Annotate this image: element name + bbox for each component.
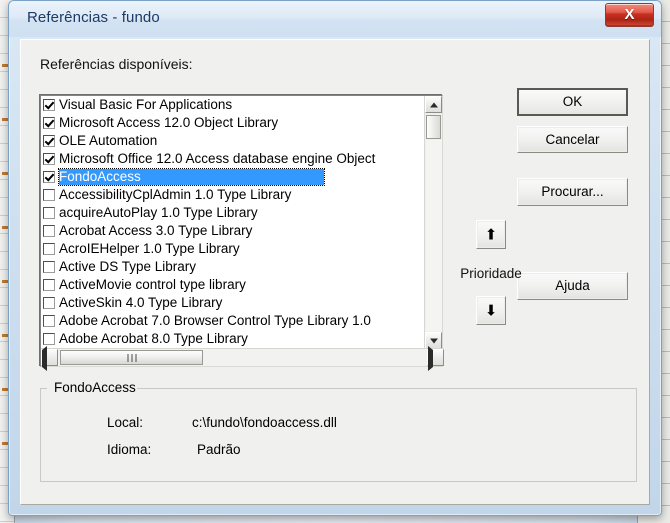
references-listbox[interactable]: Visual Basic For Applications Microsoft A… — [40, 95, 444, 371]
reference-list-item[interactable]: acquireAutoPlay 1.0 Type Library — [41, 204, 425, 222]
reference-item-label: Adobe Acrobat 7.0 Browser Control Type L… — [59, 313, 371, 328]
references-list-viewport: Visual Basic For Applications Microsoft A… — [41, 96, 425, 349]
checkbox-checked-icon[interactable] — [43, 99, 55, 111]
checkbox-unchecked-icon[interactable] — [43, 333, 55, 345]
checkbox-unchecked-icon[interactable] — [43, 243, 55, 255]
reference-list-item[interactable]: ActiveSkin 4.0 Type Library — [41, 294, 425, 312]
dialog-titlebar[interactable]: Referências - fundo X — [9, 1, 661, 37]
vertical-scrollbar-track[interactable] — [426, 140, 442, 331]
checkbox-checked-icon[interactable] — [43, 171, 55, 183]
ok-button[interactable]: OK — [517, 88, 628, 116]
language-value: Padrão — [197, 442, 241, 457]
reference-item-label: FondoAccess — [58, 168, 325, 186]
checkbox-checked-icon[interactable] — [43, 135, 55, 147]
reference-list-item[interactable]: Microsoft Access 12.0 Object Library — [41, 114, 425, 132]
priority-down-button[interactable]: ⬇ — [476, 296, 506, 325]
dialog-title: Referências - fundo — [27, 9, 160, 26]
reference-item-label: Active DS Type Library — [59, 259, 197, 274]
horizontal-scrollbar[interactable] — [41, 346, 444, 371]
dialog-client-area: Referências disponíveis: Visual Basic Fo… — [20, 39, 650, 505]
scroll-right-arrow-icon — [428, 346, 433, 371]
reference-item-label: Microsoft Office 12.0 Access database en… — [59, 151, 376, 166]
priority-up-button[interactable]: ⬆ — [476, 220, 506, 249]
location-value: c:\fundo\fondoaccess.dll — [192, 415, 337, 430]
reference-item-label: Visual Basic For Applications — [59, 97, 233, 112]
reference-list-item[interactable]: OLE Automation — [41, 132, 425, 150]
arrow-down-icon: ⬇ — [484, 301, 498, 319]
checkbox-unchecked-icon[interactable] — [43, 225, 55, 237]
scroll-up-arrow-icon — [429, 102, 438, 107]
reference-item-label: ActiveMovie control type library — [59, 277, 246, 292]
reference-list-item[interactable]: FondoAccess — [41, 168, 425, 186]
close-button[interactable]: X — [605, 3, 654, 27]
checkbox-checked-icon[interactable] — [43, 153, 55, 165]
reference-list-item[interactable]: Microsoft Office 12.0 Access database en… — [41, 150, 425, 168]
location-label: Local: — [107, 415, 144, 430]
checkbox-unchecked-icon[interactable] — [43, 207, 55, 219]
reference-item-label: Microsoft Access 12.0 Object Library — [59, 115, 279, 130]
reference-list-item[interactable]: Active DS Type Library — [41, 258, 425, 276]
reference-list-item[interactable]: Acrobat Access 3.0 Type Library — [41, 222, 425, 240]
scroll-left-arrow-icon — [42, 346, 47, 371]
checkbox-unchecked-icon[interactable] — [43, 297, 55, 309]
reference-item-label: ActiveSkin 4.0 Type Library — [59, 295, 223, 310]
reference-detail-group: FondoAccess Local: c:\fundo\fondoaccess.… — [40, 380, 637, 482]
vertical-scrollbar-thumb[interactable] — [426, 115, 441, 139]
checkbox-unchecked-icon[interactable] — [43, 189, 55, 201]
references-dialog: Referências - fundo X Referências dispon… — [8, 0, 662, 516]
reference-item-label: AccessibilityCplAdmin 1.0 Type Library — [59, 187, 292, 202]
detail-group-title: FondoAccess — [50, 380, 140, 395]
cancel-button[interactable]: Cancelar — [517, 126, 628, 153]
scroll-left-button[interactable] — [41, 346, 58, 371]
reference-item-label: Adobe Acrobat 8.0 Type Library — [59, 331, 248, 346]
reference-list-item[interactable]: AccessibilityCplAdmin 1.0 Type Library — [41, 186, 425, 204]
reference-list-item[interactable]: Adobe Acrobat 8.0 Type Library — [41, 330, 425, 348]
reference-list-item[interactable]: Visual Basic For Applications — [41, 96, 425, 114]
language-label: Idioma: — [107, 442, 152, 457]
scroll-right-button[interactable] — [427, 346, 444, 371]
checkbox-unchecked-icon[interactable] — [43, 279, 55, 291]
reference-item-label: Acrobat Access 3.0 Type Library — [59, 223, 253, 238]
browse-button[interactable]: Procurar... — [517, 178, 628, 206]
reference-item-label: AcroIEHelper 1.0 Type Library — [59, 241, 240, 256]
available-references-label: Referências disponíveis: — [40, 56, 193, 72]
reference-list-item[interactable]: ActiveMovie control type library — [41, 276, 425, 294]
checkbox-unchecked-icon[interactable] — [43, 315, 55, 327]
reference-list-item[interactable]: Adobe Acrobat 7.0 Browser Control Type L… — [41, 312, 425, 330]
reference-item-label: OLE Automation — [59, 133, 158, 148]
scroll-down-arrow-icon — [429, 338, 438, 343]
scrollbar-grip-icon — [127, 354, 136, 362]
arrow-up-icon: ⬆ — [484, 225, 498, 243]
checkbox-unchecked-icon[interactable] — [43, 261, 55, 273]
horizontal-scrollbar-thumb[interactable] — [60, 350, 203, 365]
close-x-icon: X — [624, 6, 635, 23]
priority-label: Prioridade — [460, 266, 522, 281]
reference-item-label: acquireAutoPlay 1.0 Type Library — [59, 205, 258, 220]
reference-list-item[interactable]: AcroIEHelper 1.0 Type Library — [41, 240, 425, 258]
checkbox-checked-icon[interactable] — [43, 117, 55, 129]
scroll-up-button[interactable] — [425, 96, 442, 113]
vertical-scrollbar[interactable] — [424, 96, 442, 349]
